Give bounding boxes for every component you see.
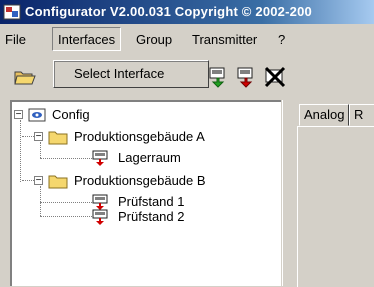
tree-connector [40, 158, 92, 159]
tree-node-lagerraum[interactable]: Lagerraum [92, 149, 252, 167]
tree-label-group-a: Produktionsgebäude A [74, 129, 205, 144]
folder-icon [48, 129, 68, 145]
tree-label-pruefstand-1: Prüfstand 1 [118, 194, 185, 209]
title-bar: Configurator V2.00.031 Copyright © 2002-… [0, 0, 374, 24]
window-title: Configurator V2.00.031 Copyright © 2002-… [25, 4, 312, 19]
tree-label-lagerraum: Lagerraum [118, 150, 181, 165]
config-tree: − Config − Produktionsgebäude A Lagerrau… [10, 100, 281, 286]
folder-icon [48, 173, 68, 189]
app-icon [3, 3, 21, 21]
config-icon [28, 107, 46, 123]
tree-connector [40, 216, 92, 217]
tab-analog[interactable]: Analog [299, 104, 350, 126]
transmitter-icon [92, 209, 110, 225]
menu-transmitter[interactable]: Transmitter [192, 32, 257, 47]
collapse-icon[interactable]: − [14, 110, 23, 120]
menu-bar: File Interfaces Group Transmitter ? [0, 24, 374, 54]
tree-node-group-a[interactable]: − Produktionsgebäude A [34, 128, 274, 146]
interfaces-dropdown: Select Interface [53, 60, 209, 88]
tab-r[interactable]: R [349, 104, 374, 126]
tab-body [297, 126, 374, 287]
tree-label-group-b: Produktionsgebäude B [74, 173, 206, 188]
menu-interfaces[interactable]: Interfaces [52, 27, 122, 51]
collapse-icon[interactable]: − [34, 176, 43, 186]
menu-group[interactable]: Group [136, 32, 172, 47]
select-interface-item[interactable]: Select Interface [74, 66, 164, 81]
open-folder-icon[interactable] [12, 64, 38, 90]
tree-node-config[interactable]: − Config [14, 106, 214, 124]
tree-label-config: Config [52, 107, 90, 122]
transmitter-green-icon[interactable] [206, 64, 232, 90]
tree-node-pruefstand-2[interactable]: Prüfstand 2 [92, 208, 252, 226]
transmitter-red-icon[interactable] [234, 64, 260, 90]
tree-connector [40, 202, 92, 203]
menu-help[interactable]: ? [278, 32, 285, 47]
transmitter-icon [92, 150, 110, 166]
cancel-icon[interactable] [262, 64, 288, 90]
tree-connector [20, 120, 21, 182]
menu-file[interactable]: File [5, 32, 26, 47]
collapse-icon[interactable]: − [34, 132, 43, 142]
detail-panel: Analog R [282, 100, 374, 287]
tree-node-group-b[interactable]: − Produktionsgebäude B [34, 172, 274, 190]
tree-connector [40, 186, 41, 216]
tree-label-pruefstand-2: Prüfstand 2 [118, 209, 185, 224]
